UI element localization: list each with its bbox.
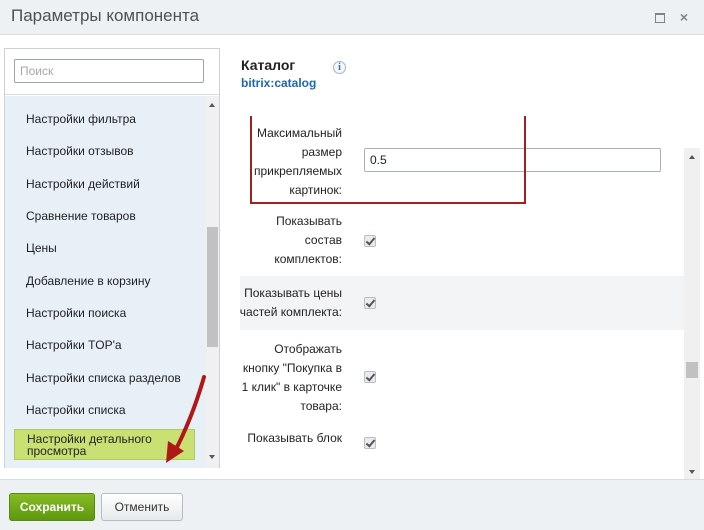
show-set-prices-checkbox[interactable] xyxy=(364,297,376,309)
highlight-frame xyxy=(250,116,526,204)
sidebar-item-reviews[interactable]: Настройки отзывов xyxy=(26,144,134,158)
annotation-arrow-icon xyxy=(166,375,206,463)
sidebar-item-basket[interactable]: Добавление в корзину xyxy=(26,274,150,288)
property-row-show-set-prices: Показывать цены частей комплекта: xyxy=(240,276,684,330)
scroll-thumb[interactable] xyxy=(207,227,218,347)
dialog-footer: Сохранить Отменить xyxy=(0,479,704,530)
save-button[interactable]: Сохранить xyxy=(9,493,95,521)
property-label: Показывать блок xyxy=(247,431,342,445)
property-label: Показывать цены частей комплекта: xyxy=(240,286,342,319)
sidebar-item-search[interactable]: Настройки поиска xyxy=(26,306,126,320)
scroll-up-icon[interactable] xyxy=(209,103,215,107)
search-input[interactable] xyxy=(14,59,204,83)
component-title: Каталог xyxy=(241,57,296,73)
sidebar-item-actions[interactable]: Настройки действий xyxy=(26,177,140,191)
scroll-thumb[interactable] xyxy=(686,362,698,378)
properties-panel: Максимальный размер прикрепляемых картин… xyxy=(240,116,700,462)
cancel-button[interactable]: Отменить xyxy=(101,493,183,521)
show-set-content-checkbox[interactable] xyxy=(364,235,376,247)
show-block-checkbox[interactable] xyxy=(364,437,376,449)
search-area xyxy=(5,49,219,95)
dialog-title: Параметры компонента xyxy=(11,6,200,25)
one-click-checkbox[interactable] xyxy=(364,371,376,383)
property-row-show-block: Показывать блок xyxy=(240,425,684,462)
sidebar-item-compare[interactable]: Сравнение товаров xyxy=(26,209,136,223)
property-label: Показывать состав комплектов: xyxy=(274,214,342,266)
properties-scrollbar[interactable] xyxy=(684,148,700,483)
property-label: Отображать кнопку "Покупка в 1 клик" в к… xyxy=(241,342,342,413)
sidebar-item-top[interactable]: Настройки TOP'a xyxy=(26,338,122,352)
close-icon[interactable]: × xyxy=(676,9,692,25)
dialog-titlebar: Параметры компонента × xyxy=(0,0,704,35)
sidebar-item-prices[interactable]: Цены xyxy=(26,241,57,255)
sidebar-item-filter[interactable]: Настройки фильтра xyxy=(26,112,136,126)
scroll-up-icon[interactable] xyxy=(689,155,695,159)
property-row-one-click: Отображать кнопку "Покупка в 1 клик" в к… xyxy=(240,330,684,425)
sidebar-item-list[interactable]: Настройки списка xyxy=(26,403,126,417)
info-icon[interactable]: i xyxy=(333,61,346,74)
component-code: bitrix:catalog xyxy=(241,76,317,90)
sidebar-item-section-list[interactable]: Настройки списка разделов xyxy=(26,371,181,385)
property-row-show-set-content: Показывать состав комплектов: xyxy=(240,211,684,276)
scroll-down-icon[interactable] xyxy=(689,470,695,474)
dialog-content: Настройки фильтра Настройки отзывов Наст… xyxy=(0,35,704,500)
maximize-icon[interactable] xyxy=(651,9,667,25)
